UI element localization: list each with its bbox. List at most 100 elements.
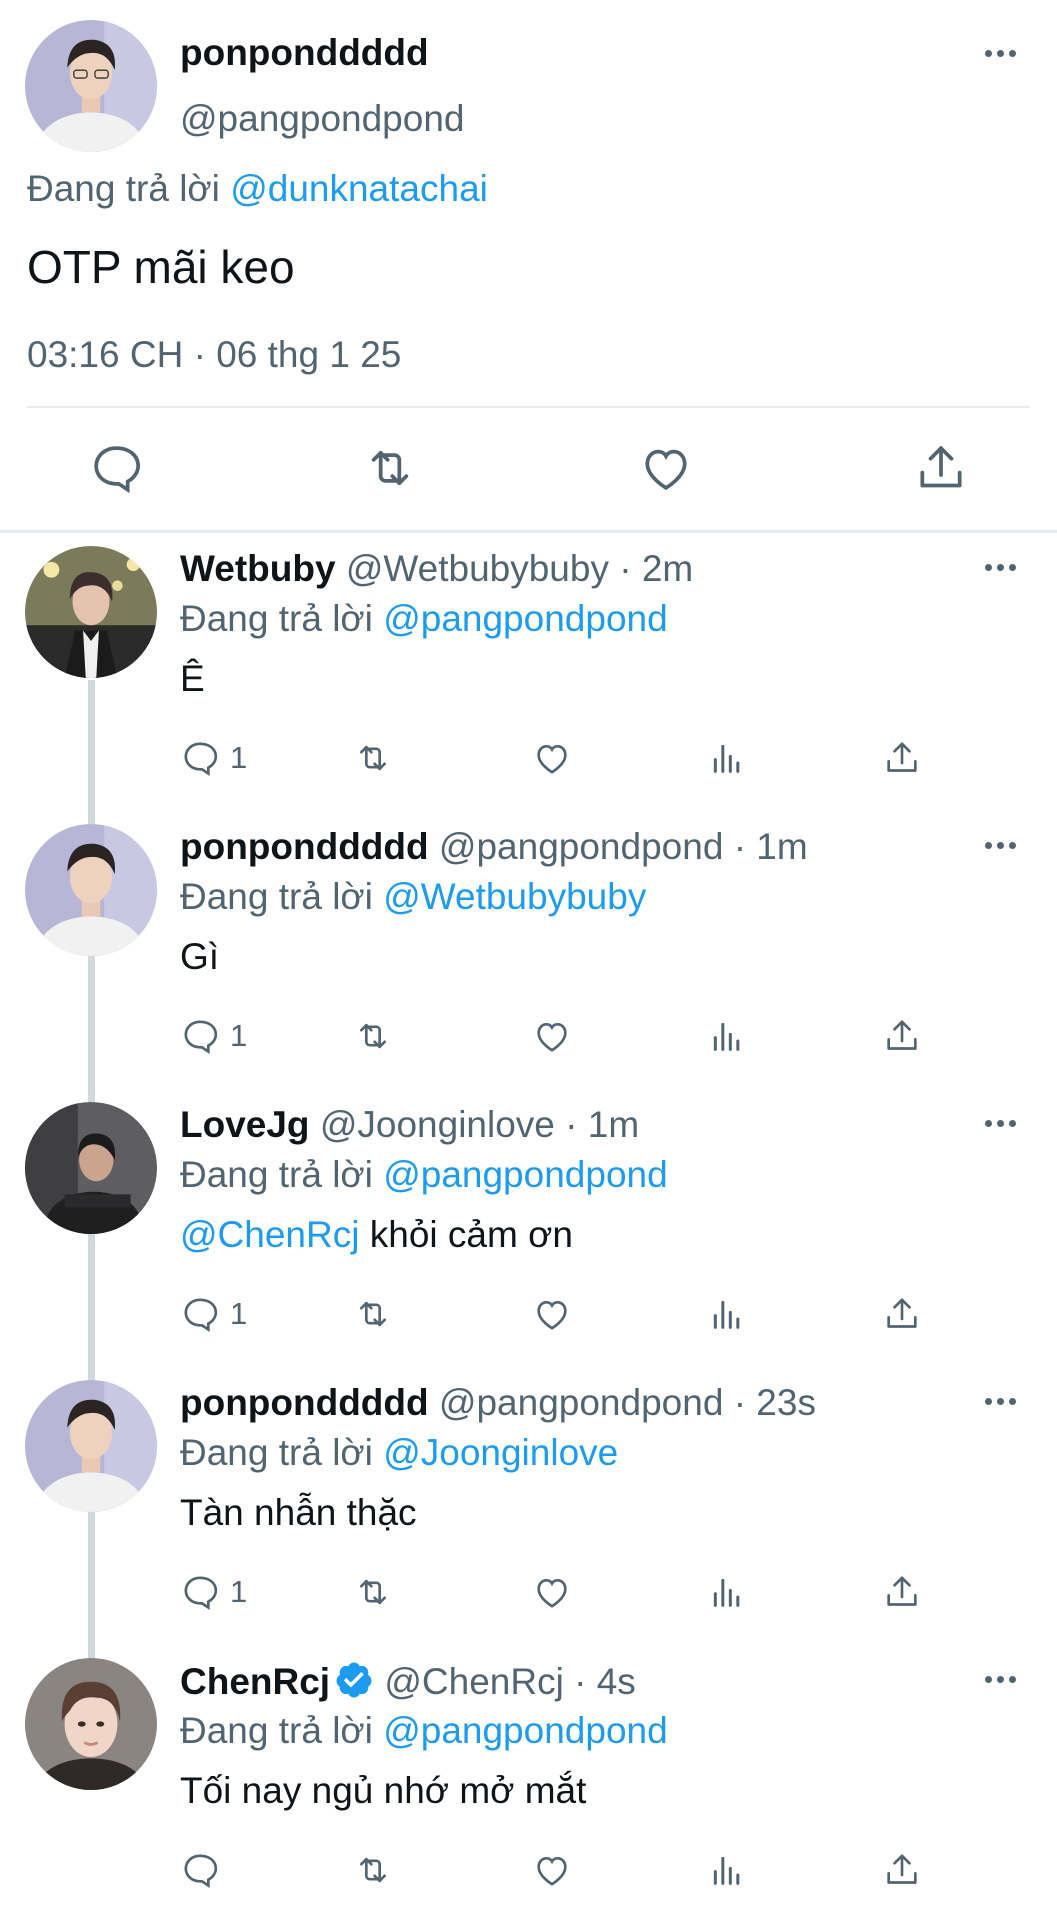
views-icon[interactable] <box>707 1014 747 1058</box>
replying-prefix: Đang trả lời <box>180 598 373 639</box>
reply-text-content: Tối nay ngủ nhớ mở mắt <box>180 1770 587 1811</box>
replying-to-link[interactable]: @pangpondpond <box>383 1710 668 1751</box>
replying-to-link[interactable]: @pangpondpond <box>383 1154 668 1195</box>
share-icon[interactable] <box>882 1848 922 1892</box>
reply-handle[interactable]: @ChenRcj <box>384 1661 563 1702</box>
reply-tweet[interactable]: ChenRcj @ChenRcj · 4s Đang trả lời @pang… <box>0 1658 1057 1920</box>
reply-text-content: Ê <box>180 658 205 699</box>
replying-prefix: Đang trả lời <box>180 876 373 917</box>
reply-text: Ê <box>180 658 205 700</box>
reply-icon[interactable] <box>88 440 144 496</box>
replying-to-line: Đang trả lời @Joonginlove <box>180 1432 618 1474</box>
like-icon[interactable] <box>532 736 572 780</box>
reply-time[interactable]: · 2m <box>619 548 693 589</box>
replying-to-line: Đang trả lời @pangpondpond <box>180 598 668 640</box>
reply-display-name[interactable]: ponponddddd <box>180 826 429 867</box>
author-display-name[interactable]: ponponddddd <box>180 32 429 74</box>
reply-display-name[interactable]: LoveJg <box>180 1104 310 1145</box>
reply-tweet[interactable]: ponponddddd @pangpondpond · 1m Đang trả … <box>0 824 1057 1102</box>
replying-prefix: Đang trả lời <box>180 1154 373 1195</box>
retweet-icon[interactable] <box>353 1292 393 1336</box>
avatar[interactable] <box>25 824 157 956</box>
retweet-icon[interactable] <box>353 1014 393 1058</box>
reply-text-content: Gì <box>180 936 220 977</box>
verified-badge-icon <box>336 1662 372 1698</box>
reply-button[interactable]: 1 <box>180 1570 247 1614</box>
reply-button[interactable]: 1 <box>180 1014 247 1058</box>
replying-to-link[interactable]: @Wetbubybuby <box>383 876 646 917</box>
share-icon[interactable] <box>882 1570 922 1614</box>
reply-time[interactable]: · 1m <box>565 1104 639 1145</box>
share-icon[interactable] <box>882 1014 922 1058</box>
reply-icon <box>184 1576 218 1610</box>
replying-prefix: Đang trả lời <box>180 1710 373 1751</box>
reply-time[interactable]: · 4s <box>574 1661 636 1702</box>
avatar[interactable] <box>25 20 157 152</box>
reply-text: Tối nay ngủ nhớ mở mắt <box>180 1770 586 1812</box>
reply-display-name[interactable]: ponponddddd <box>180 1382 429 1423</box>
share-icon[interactable] <box>882 736 922 780</box>
replying-prefix: Đang trả lời <box>180 1432 373 1473</box>
reply-handle[interactable]: @Joonginlove <box>320 1104 555 1145</box>
reply-handle[interactable]: @pangpondpond <box>439 826 724 867</box>
reply-tweet[interactable]: Wetbuby @Wetbubybuby · 2m Đang trả lời @… <box>0 546 1057 824</box>
more-options-icon[interactable] <box>985 1398 1016 1405</box>
reply-button[interactable] <box>180 1848 230 1892</box>
avatar[interactable] <box>25 546 157 678</box>
reply-button[interactable]: 1 <box>180 736 247 780</box>
like-icon[interactable] <box>532 1848 572 1892</box>
divider <box>27 406 1030 408</box>
avatar[interactable] <box>25 1658 157 1790</box>
reply-icon <box>184 1298 218 1332</box>
more-options-icon[interactable] <box>985 1120 1016 1127</box>
more-options-icon[interactable] <box>985 1676 1016 1683</box>
reply-icon <box>184 742 218 776</box>
avatar[interactable] <box>25 1380 157 1512</box>
tweet-timestamp[interactable]: 03:16 CH · 06 thg 1 25 <box>27 334 401 376</box>
replying-to-link[interactable]: @Joonginlove <box>383 1432 618 1473</box>
avatar[interactable] <box>25 1102 157 1234</box>
reply-count: 1 <box>230 740 248 775</box>
author-handle[interactable]: @pangpondpond <box>180 98 465 140</box>
like-icon[interactable] <box>532 1014 572 1058</box>
reply-time[interactable]: · 23s <box>734 1382 816 1423</box>
reply-icon <box>184 1020 218 1054</box>
reply-handle[interactable]: @pangpondpond <box>439 1382 724 1423</box>
views-icon[interactable] <box>707 1848 747 1892</box>
views-icon[interactable] <box>707 1292 747 1336</box>
divider <box>0 530 1057 533</box>
retweet-icon[interactable] <box>353 736 393 780</box>
reply-handle[interactable]: @Wetbubybuby <box>346 548 609 589</box>
replying-to-link[interactable]: @dunknatachai <box>230 168 488 209</box>
reply-time[interactable]: · 1m <box>734 826 808 867</box>
share-icon[interactable] <box>882 1292 922 1336</box>
replying-to-link[interactable]: @pangpondpond <box>383 598 668 639</box>
reply-display-name[interactable]: ChenRcj <box>180 1661 330 1702</box>
mention-link[interactable]: @ChenRcj <box>180 1214 359 1255</box>
reply-count: 1 <box>230 1574 248 1609</box>
replying-to-line: Đang trả lời @pangpondpond <box>180 1154 668 1196</box>
retweet-icon[interactable] <box>353 1848 393 1892</box>
reply-text-content: Tàn nhẫn thặc <box>180 1492 417 1533</box>
retweet-icon[interactable] <box>362 440 418 496</box>
reply-text: Tàn nhẫn thặc <box>180 1492 417 1534</box>
more-options-icon[interactable] <box>985 842 1016 849</box>
more-options-icon[interactable] <box>985 50 1016 57</box>
more-options-icon[interactable] <box>985 564 1016 571</box>
reply-tweet[interactable]: ponponddddd @pangpondpond · 23s Đang trả… <box>0 1380 1057 1658</box>
reply-count: 1 <box>230 1018 248 1053</box>
like-icon[interactable] <box>532 1570 572 1614</box>
reply-count: 1 <box>230 1296 248 1331</box>
retweet-icon[interactable] <box>353 1570 393 1614</box>
replying-to-line: Đang trả lời @pangpondpond <box>180 1710 668 1752</box>
replying-to-line: Đang trả lời @Wetbubybuby <box>180 876 646 918</box>
views-icon[interactable] <box>707 736 747 780</box>
like-icon[interactable] <box>532 1292 572 1336</box>
reply-tweet[interactable]: LoveJg @Joonginlove · 1m Đang trả lời @p… <box>0 1102 1057 1380</box>
views-icon[interactable] <box>707 1570 747 1614</box>
like-icon[interactable] <box>638 440 694 496</box>
reply-button[interactable]: 1 <box>180 1292 247 1336</box>
share-icon[interactable] <box>913 440 969 496</box>
tweet-text: OTP mãi keo <box>27 241 295 293</box>
reply-display-name[interactable]: Wetbuby <box>180 548 336 589</box>
